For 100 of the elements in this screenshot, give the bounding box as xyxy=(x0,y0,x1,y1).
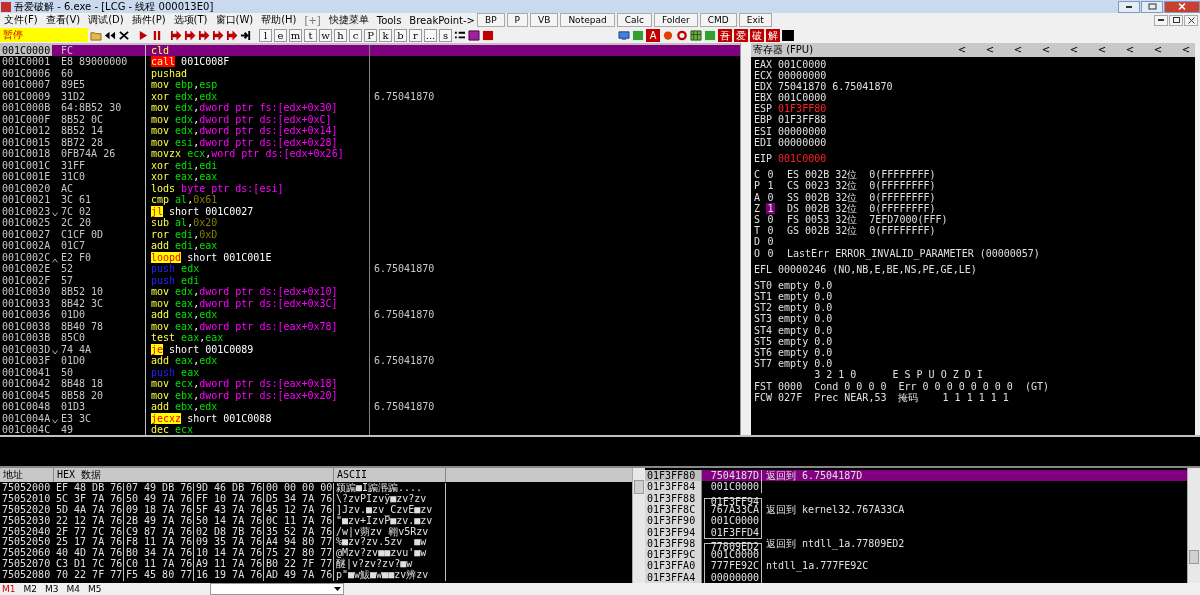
toolbar-button[interactable]: s xyxy=(439,28,452,42)
menu-item[interactable]: 帮助(H) xyxy=(261,13,297,28)
toolbar-button[interactable]: r xyxy=(409,28,422,42)
menu-item[interactable]: 快捷菜单 xyxy=(328,13,369,28)
toolbar-button[interactable]: ... xyxy=(424,28,437,42)
tile-icon[interactable] xyxy=(632,29,644,41)
flag-value[interactable]: 1 xyxy=(766,202,776,214)
menu-item[interactable]: Tools xyxy=(376,14,402,26)
toolbar-button[interactable]: h xyxy=(334,28,347,42)
flag-value[interactable]: 0 xyxy=(766,236,776,248)
toolbar-button[interactable]: e xyxy=(274,28,287,42)
register-value[interactable]: 0.0 xyxy=(814,279,833,292)
flag-value[interactable]: 0 xyxy=(766,213,776,226)
register-value[interactable]: 0.0 xyxy=(814,291,833,303)
step-icon[interactable] xyxy=(184,29,196,41)
register-value[interactable]: 01F3FF80 xyxy=(778,103,827,115)
pause-icon[interactable] xyxy=(151,29,163,41)
list-icon[interactable] xyxy=(454,29,466,41)
register-value[interactable]: 00000000 xyxy=(778,69,827,81)
register-value[interactable]: 0.0 xyxy=(814,347,833,359)
column-header[interactable]: ASCII xyxy=(334,468,446,482)
memory-tab[interactable]: M2 xyxy=(23,584,37,594)
menu-item[interactable]: [+] xyxy=(304,14,321,26)
close-button[interactable] xyxy=(1184,14,1198,26)
toolbar-button[interactable]: P xyxy=(364,28,377,42)
memory-tab[interactable]: M1 xyxy=(2,584,16,594)
toolbar-button[interactable]: 解 xyxy=(766,28,780,42)
menu-item[interactable]: 查看(V) xyxy=(45,13,81,28)
menu-item[interactable]: 插件(P) xyxy=(131,13,166,28)
close-icon[interactable] xyxy=(118,29,130,41)
scrollbar[interactable] xyxy=(1187,468,1200,583)
toolbar-button[interactable]: 爱 xyxy=(734,28,748,42)
toolbar-button[interactable]: w xyxy=(319,28,332,42)
memory-tab[interactable]: M3 xyxy=(45,584,59,594)
toolbar-button[interactable]: c xyxy=(349,28,362,42)
menu-item[interactable]: BreakPoint-> xyxy=(409,14,475,26)
menu-button[interactable]: Notepad xyxy=(560,13,615,28)
arrow-icon[interactable] xyxy=(240,29,252,41)
menu-item[interactable]: 窗口(W) xyxy=(215,13,254,28)
tile-icon[interactable] xyxy=(704,29,716,41)
flag-value[interactable]: 0 xyxy=(766,169,776,181)
register-value[interactable]: 00000000 xyxy=(778,125,827,137)
flag-value[interactable]: 0 xyxy=(766,225,776,237)
register-value[interactable]: 0.0 xyxy=(814,335,833,347)
toolbar-button[interactable]: l xyxy=(259,28,272,42)
dot-icon[interactable] xyxy=(662,29,674,41)
menu-button[interactable]: CMD xyxy=(699,13,737,28)
toolbar-button[interactable]: A xyxy=(646,28,660,42)
step-icon[interactable] xyxy=(170,29,182,41)
menu-button[interactable]: P xyxy=(506,13,529,28)
toolbar-button[interactable]: b xyxy=(394,28,407,42)
register-value[interactable]: 001C0000 xyxy=(778,153,827,165)
flag-value[interactable]: 0 xyxy=(766,191,776,203)
register-value[interactable]: 01F3FF88 xyxy=(778,114,827,126)
nav-button[interactable]: < xyxy=(955,44,969,55)
nav-button[interactable]: < xyxy=(1067,44,1081,55)
menu-button[interactable]: Calc xyxy=(616,13,652,28)
square-icon[interactable] xyxy=(782,29,794,41)
menu-item[interactable]: 选项(T) xyxy=(173,13,208,28)
register-value[interactable]: 001C0000 xyxy=(778,92,827,104)
toolbar-button[interactable]: m xyxy=(289,28,302,42)
flag-value[interactable]: 0 xyxy=(766,247,776,259)
monitor-icon[interactable] xyxy=(618,29,630,41)
menu-item[interactable]: 调试(D) xyxy=(88,13,124,28)
register-value[interactable]: 75041870 xyxy=(778,80,827,93)
nav-button[interactable]: < xyxy=(1039,44,1053,55)
scrollbar[interactable] xyxy=(632,468,645,583)
register-value[interactable]: 0.0 xyxy=(814,313,833,325)
toolbar-button[interactable]: 破 xyxy=(750,28,764,42)
memory-tab[interactable]: M5 xyxy=(88,584,102,594)
column-header[interactable]: 地址 xyxy=(0,468,54,482)
nav-button[interactable]: < xyxy=(1095,44,1109,55)
ring-icon[interactable] xyxy=(676,29,688,41)
step-icon[interactable] xyxy=(198,29,210,41)
step-icon[interactable] xyxy=(212,29,224,41)
nav-button[interactable]: < xyxy=(1123,44,1137,55)
nav-button[interactable]: < xyxy=(1179,44,1193,55)
register-value[interactable]: 00000000 xyxy=(778,136,827,148)
toolbar-button[interactable]: t xyxy=(304,28,317,42)
menu-button[interactable]: VB xyxy=(530,13,559,28)
register-value[interactable]: 0.0 xyxy=(814,358,833,370)
step-icon[interactable] xyxy=(226,29,238,41)
toolbar-button[interactable]: k xyxy=(379,28,392,42)
register-value[interactable]: 0.0 xyxy=(814,302,833,314)
memory-tab[interactable]: M4 xyxy=(66,584,80,594)
nav-button[interactable]: < xyxy=(1011,44,1025,55)
register-value[interactable]: 001C0000 xyxy=(778,58,827,70)
menu-item[interactable]: 文件(F) xyxy=(4,13,38,28)
nav-button[interactable]: < xyxy=(983,44,997,55)
flag-value[interactable]: 1 xyxy=(766,180,776,192)
toolbar-button[interactable]: 吾 xyxy=(718,28,732,42)
menu-button[interactable]: BP xyxy=(477,13,505,28)
menu-button[interactable]: Folder xyxy=(653,13,698,28)
nav-button[interactable]: < xyxy=(1151,44,1165,55)
register-value[interactable]: 0.0 xyxy=(814,324,833,336)
restore-button[interactable] xyxy=(1169,14,1183,26)
column-header[interactable]: HEX 数据 xyxy=(54,468,334,482)
minimize-button[interactable] xyxy=(1118,0,1140,13)
minimize-button[interactable] xyxy=(1154,14,1168,26)
menu-button[interactable]: Exit xyxy=(738,13,772,28)
